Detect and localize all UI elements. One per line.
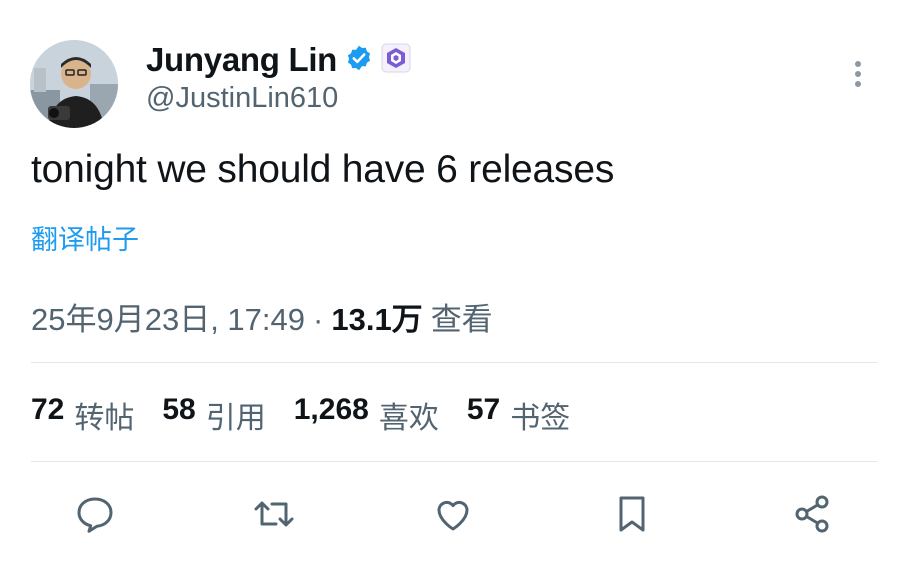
stat-label: 转帖 <box>74 402 135 435</box>
views-count: 13.1万 <box>331 302 423 337</box>
stat-count: 57 <box>466 393 501 426</box>
stat-quotes[interactable]: 58 引用 <box>162 393 265 437</box>
stat-label: 喜欢 <box>378 402 439 435</box>
verified-check-icon <box>345 44 373 77</box>
tweet-text: tonight we should have 6 releases <box>31 148 615 191</box>
stat-count: 1,268 <box>293 393 369 426</box>
stat-label: 书签 <box>510 402 571 435</box>
like-icon[interactable] <box>429 490 477 538</box>
stat-reposts[interactable]: 72 转帖 <box>31 393 134 437</box>
action-bar <box>0 490 919 540</box>
author-handle[interactable]: @JustinLin610 <box>146 82 338 115</box>
stat-bookmarks[interactable]: 57 书签 <box>467 393 570 437</box>
reply-icon[interactable] <box>71 490 119 538</box>
meta-separator: · <box>313 302 324 337</box>
stat-count: 58 <box>162 393 196 426</box>
tweet-meta: 25年9月23日, 17:49 · 13.1万 查看 <box>31 294 493 339</box>
author-name-row: Junyang Lin <box>146 40 411 80</box>
stat-likes[interactable]: 1,268 喜欢 <box>294 393 439 437</box>
stat-label: 引用 <box>205 402 266 435</box>
share-icon[interactable] <box>788 490 836 538</box>
engagement-stats: 72 转帖 58 引用 1,268 喜欢 57 书签 <box>31 393 570 437</box>
views-label: 查看 <box>430 302 493 337</box>
retweet-icon[interactable] <box>250 490 298 538</box>
org-affiliate-badge-icon[interactable] <box>381 43 411 78</box>
avatar[interactable] <box>30 40 118 128</box>
author-display-name[interactable]: Junyang Lin <box>146 41 337 79</box>
more-options-icon[interactable] <box>846 56 870 92</box>
divider-bottom <box>31 461 877 462</box>
avatar-photo <box>30 40 118 128</box>
translate-post-link[interactable]: 翻译帖子 <box>31 218 139 257</box>
bookmark-icon[interactable] <box>608 490 656 538</box>
divider-top <box>31 362 877 363</box>
tweet-timestamp[interactable]: 25年9月23日, 17:49 <box>31 294 305 339</box>
stat-count: 72 <box>31 393 65 426</box>
